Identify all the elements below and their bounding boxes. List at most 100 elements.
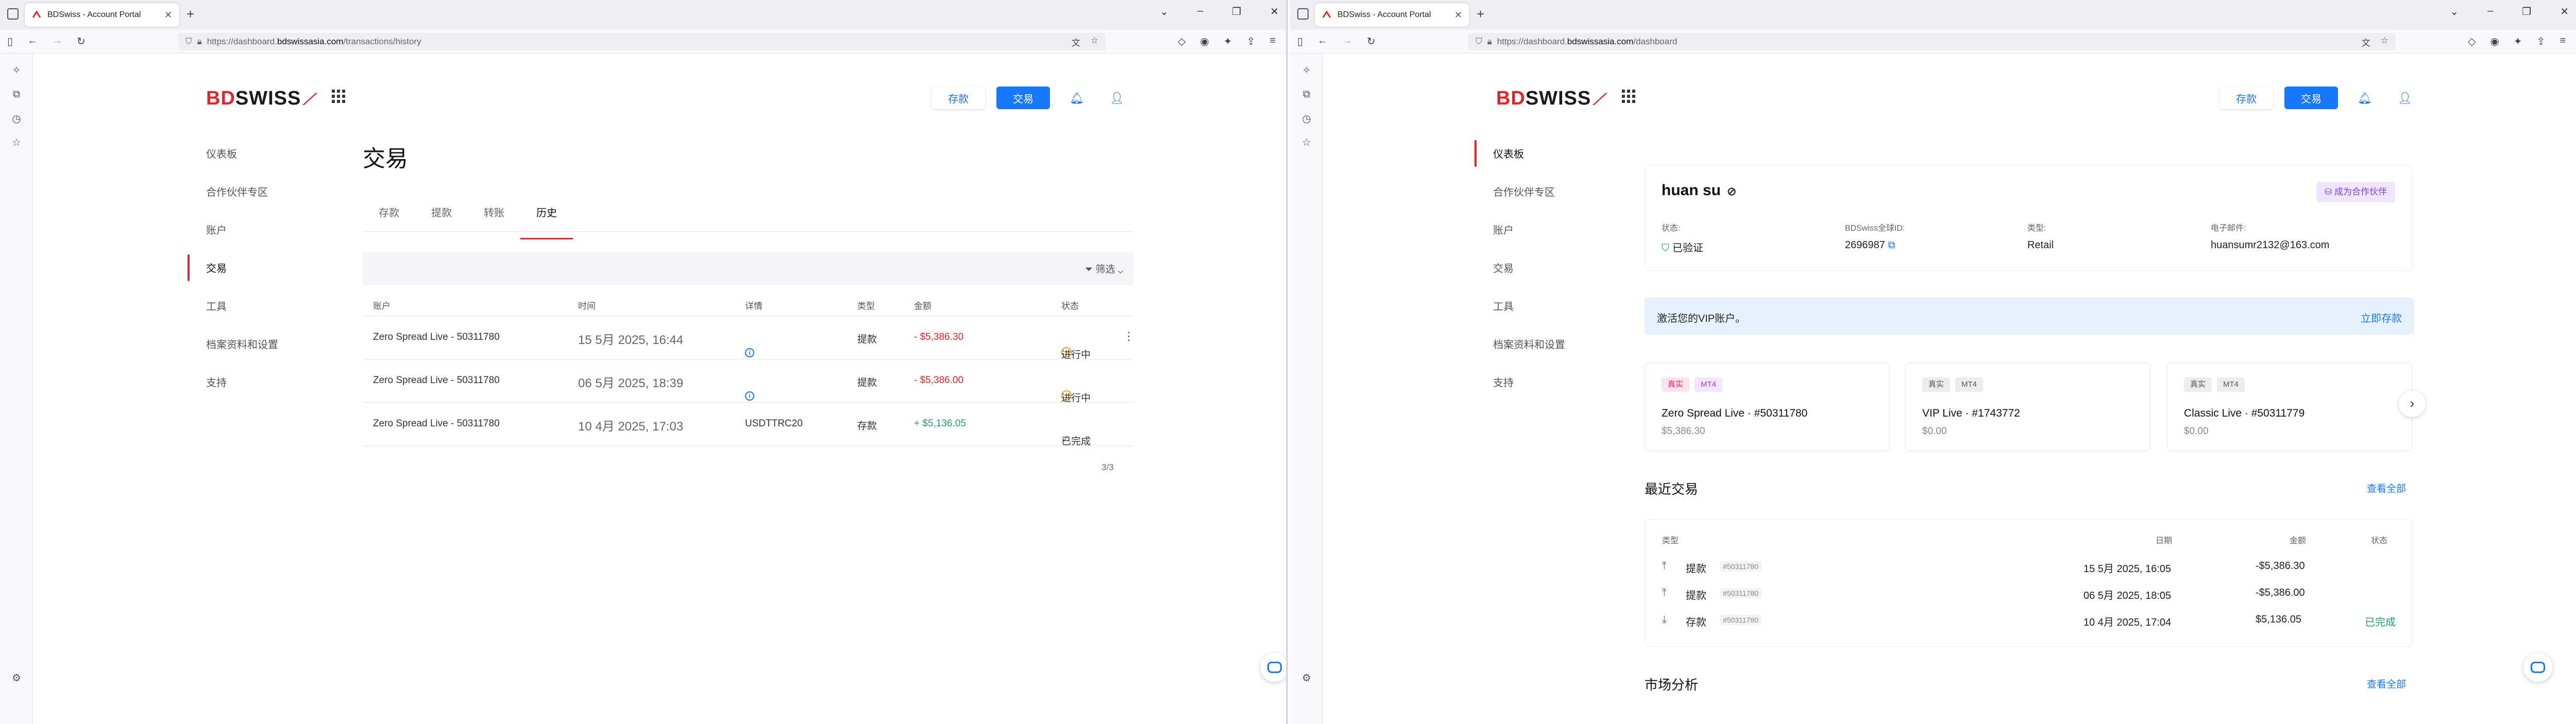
tab-overflow-icon[interactable]: ⌄ xyxy=(2450,5,2459,18)
bookmark-star-icon[interactable]: ☆ xyxy=(1091,36,1098,48)
new-tab-icon[interactable]: + xyxy=(1477,6,1484,22)
share-icon[interactable]: ⇪ xyxy=(1247,35,1256,48)
sidebar-item-transactions[interactable]: 交易 xyxy=(1475,258,1629,297)
tab-transfer[interactable]: 转账 xyxy=(468,203,520,231)
bdswiss-logo[interactable]: BDSWISS ⟋ xyxy=(1496,88,1604,110)
tab-withdraw[interactable]: 提款 xyxy=(415,203,468,231)
browser-tab[interactable]: BDSwiss - Account Portal ✕ xyxy=(1315,3,1469,27)
address-bar[interactable]: ⛉ 🔒︎ https://dashboard.bdswissasia.com/t… xyxy=(178,33,1106,50)
list-item[interactable]: ⤒ 提款 #50311780 15 5月 2025, 16:05 -$5,386… xyxy=(1645,553,2414,580)
user-profile-icon[interactable]: 👤︎ xyxy=(1110,92,1124,105)
become-partner-button[interactable]: ⛁ 成为合作伙伴 xyxy=(2316,182,2395,202)
pocket-icon[interactable]: ◇ xyxy=(1178,35,1185,48)
view-all-market-link[interactable]: 查看全部 xyxy=(2367,677,2406,691)
list-item[interactable]: ⤓ 存款 #50311780 10 4月 2025, 17:04 $5,136.… xyxy=(1645,607,2414,633)
shield-icon[interactable]: ⛉ xyxy=(185,37,192,47)
sidebar-toggle-icon[interactable]: ▯ xyxy=(7,35,13,48)
more-options-icon[interactable]: ⋮ xyxy=(1123,330,1134,343)
user-profile-icon[interactable]: 👤︎ xyxy=(2398,92,2412,105)
sidebar-item-tools[interactable]: 工具 xyxy=(188,297,342,335)
sidebar-item-profile-settings[interactable]: 档案资料和设置 xyxy=(188,335,342,373)
forward-icon[interactable]: → xyxy=(1342,35,1352,48)
translate-icon[interactable]: 文 xyxy=(2362,36,2370,48)
trade-button[interactable]: 交易 xyxy=(996,87,1050,109)
table-row[interactable]: Zero Spread Live - 50311780 10 4月 2025, … xyxy=(363,403,1133,447)
pocket-icon[interactable]: ◇ xyxy=(2468,35,2476,48)
tab-deposit[interactable]: 存款 xyxy=(363,203,415,231)
table-row[interactable]: Zero Spread Live - 50311780 06 5月 2025, … xyxy=(363,359,1133,404)
browser-tab[interactable]: BDSwiss - Account Portal ✕ xyxy=(25,3,179,27)
sidebar-item-accounts[interactable]: 账户 xyxy=(1475,220,1629,258)
reload-icon[interactable]: ↻ xyxy=(77,35,86,48)
synced-tabs-icon[interactable]: ⧉ xyxy=(1300,89,1313,100)
settings-gear-icon[interactable]: ⚙ xyxy=(1300,671,1313,684)
forward-icon[interactable]: → xyxy=(52,35,62,48)
lock-icon[interactable]: 🔒︎ xyxy=(1487,37,1492,47)
chat-support-button[interactable] xyxy=(1260,653,1286,682)
sidebar-toggle-icon[interactable]: ▯ xyxy=(1297,35,1303,48)
tab-list-icon[interactable] xyxy=(1297,8,1309,20)
list-item[interactable]: ⤒ 提款 #50311780 06 5月 2025, 18:05 -$5,386… xyxy=(1645,580,2414,607)
settings-gear-icon[interactable]: ⚙ xyxy=(10,671,23,684)
view-all-transactions-link[interactable]: 查看全部 xyxy=(2367,481,2406,495)
sidebar-item-accounts[interactable]: 账户 xyxy=(188,220,342,258)
ai-chat-icon[interactable]: ✧ xyxy=(10,64,23,77)
tab-overflow-icon[interactable]: ⌄ xyxy=(1160,5,1168,18)
sidebar-item-partners[interactable]: 合作伙伴专区 xyxy=(188,182,342,220)
menu-icon[interactable]: ≡ xyxy=(2560,35,2566,48)
menu-icon[interactable]: ≡ xyxy=(1269,35,1276,48)
account-card[interactable]: 真实 MT4 Classic Live · #50311779 $0.00 xyxy=(2167,363,2412,451)
notifications-bell-icon[interactable]: 🔔︎ xyxy=(1070,92,1084,105)
reload-icon[interactable]: ↻ xyxy=(1367,35,1376,48)
extensions-icon[interactable]: ✦ xyxy=(1224,35,1232,48)
chat-support-button[interactable] xyxy=(2523,653,2552,682)
account-card[interactable]: 真实 MT4 Zero Spread Live · #50311780 $5,38… xyxy=(1645,363,1890,451)
apps-grid-icon[interactable] xyxy=(1622,90,1635,103)
sidebar-item-dashboard[interactable]: 仪表板 xyxy=(188,144,342,182)
lock-icon[interactable]: 🔒︎ xyxy=(197,37,202,47)
deposit-button[interactable]: 存款 xyxy=(931,87,985,109)
maximize-icon[interactable]: ❐ xyxy=(1232,5,1241,18)
sidebar-item-tools[interactable]: 工具 xyxy=(1475,297,1629,335)
deposit-now-link[interactable]: 立即存款 xyxy=(2361,310,2402,325)
close-window-icon[interactable]: ✕ xyxy=(2560,5,2569,18)
share-icon[interactable]: ⇪ xyxy=(2537,35,2546,48)
close-tab-icon[interactable]: ✕ xyxy=(1454,10,1462,21)
tab-history[interactable]: 历史 xyxy=(520,203,573,239)
bdswiss-logo[interactable]: BDSWISS ⟋ xyxy=(206,88,314,110)
bookmarks-icon[interactable]: ☆ xyxy=(1300,136,1313,149)
hide-eye-icon[interactable]: ⊘ xyxy=(1727,185,1736,198)
filter-button[interactable]: ⏷ 筛选 ⌄ xyxy=(1085,262,1123,275)
apps-grid-icon[interactable] xyxy=(332,90,345,103)
translate-icon[interactable]: 文 xyxy=(1072,36,1080,48)
close-window-icon[interactable]: ✕ xyxy=(1270,5,1279,18)
account-card[interactable]: 真实 MT4 VIP Live · #1743772 $0.00 xyxy=(1905,363,2150,451)
carousel-next-chevron-icon[interactable]: › xyxy=(2399,390,2426,417)
back-icon[interactable]: ← xyxy=(27,35,38,48)
trade-button[interactable]: 交易 xyxy=(2284,87,2338,109)
maximize-icon[interactable]: ❐ xyxy=(2522,5,2531,18)
minimize-icon[interactable]: – xyxy=(1197,5,1203,18)
table-row[interactable]: Zero Spread Live - 50311780 15 5月 2025, … xyxy=(363,316,1134,360)
deposit-button[interactable]: 存款 xyxy=(2219,87,2273,109)
history-icon[interactable]: ◷ xyxy=(1300,112,1313,125)
close-tab-icon[interactable]: ✕ xyxy=(164,10,172,21)
address-bar[interactable]: ⛉ 🔒︎ https://dashboard.bdswissasia.com/d… xyxy=(1468,33,2396,50)
bookmark-star-icon[interactable]: ☆ xyxy=(2381,36,2388,48)
account-icon[interactable]: ◉ xyxy=(1200,35,1209,48)
sidebar-item-support[interactable]: 支持 xyxy=(188,373,342,411)
copy-icon[interactable]: ⧉ xyxy=(1888,239,1895,251)
account-icon[interactable]: ◉ xyxy=(2490,35,2499,48)
new-tab-icon[interactable]: + xyxy=(187,6,194,22)
ai-chat-icon[interactable]: ✧ xyxy=(1300,64,1313,77)
sidebar-item-support[interactable]: 支持 xyxy=(1475,373,1629,411)
extensions-icon[interactable]: ✦ xyxy=(2514,35,2522,48)
back-icon[interactable]: ← xyxy=(1317,35,1328,48)
synced-tabs-icon[interactable]: ⧉ xyxy=(10,89,23,100)
sidebar-item-profile-settings[interactable]: 档案资料和设置 xyxy=(1475,335,1629,373)
sidebar-item-partners[interactable]: 合作伙伴专区 xyxy=(1475,182,1629,220)
history-icon[interactable]: ◷ xyxy=(10,112,23,125)
minimize-icon[interactable]: – xyxy=(2487,5,2493,18)
sidebar-item-dashboard[interactable]: 仪表板 xyxy=(1475,140,1629,182)
notifications-bell-icon[interactable]: 🔔︎ xyxy=(2358,92,2372,105)
